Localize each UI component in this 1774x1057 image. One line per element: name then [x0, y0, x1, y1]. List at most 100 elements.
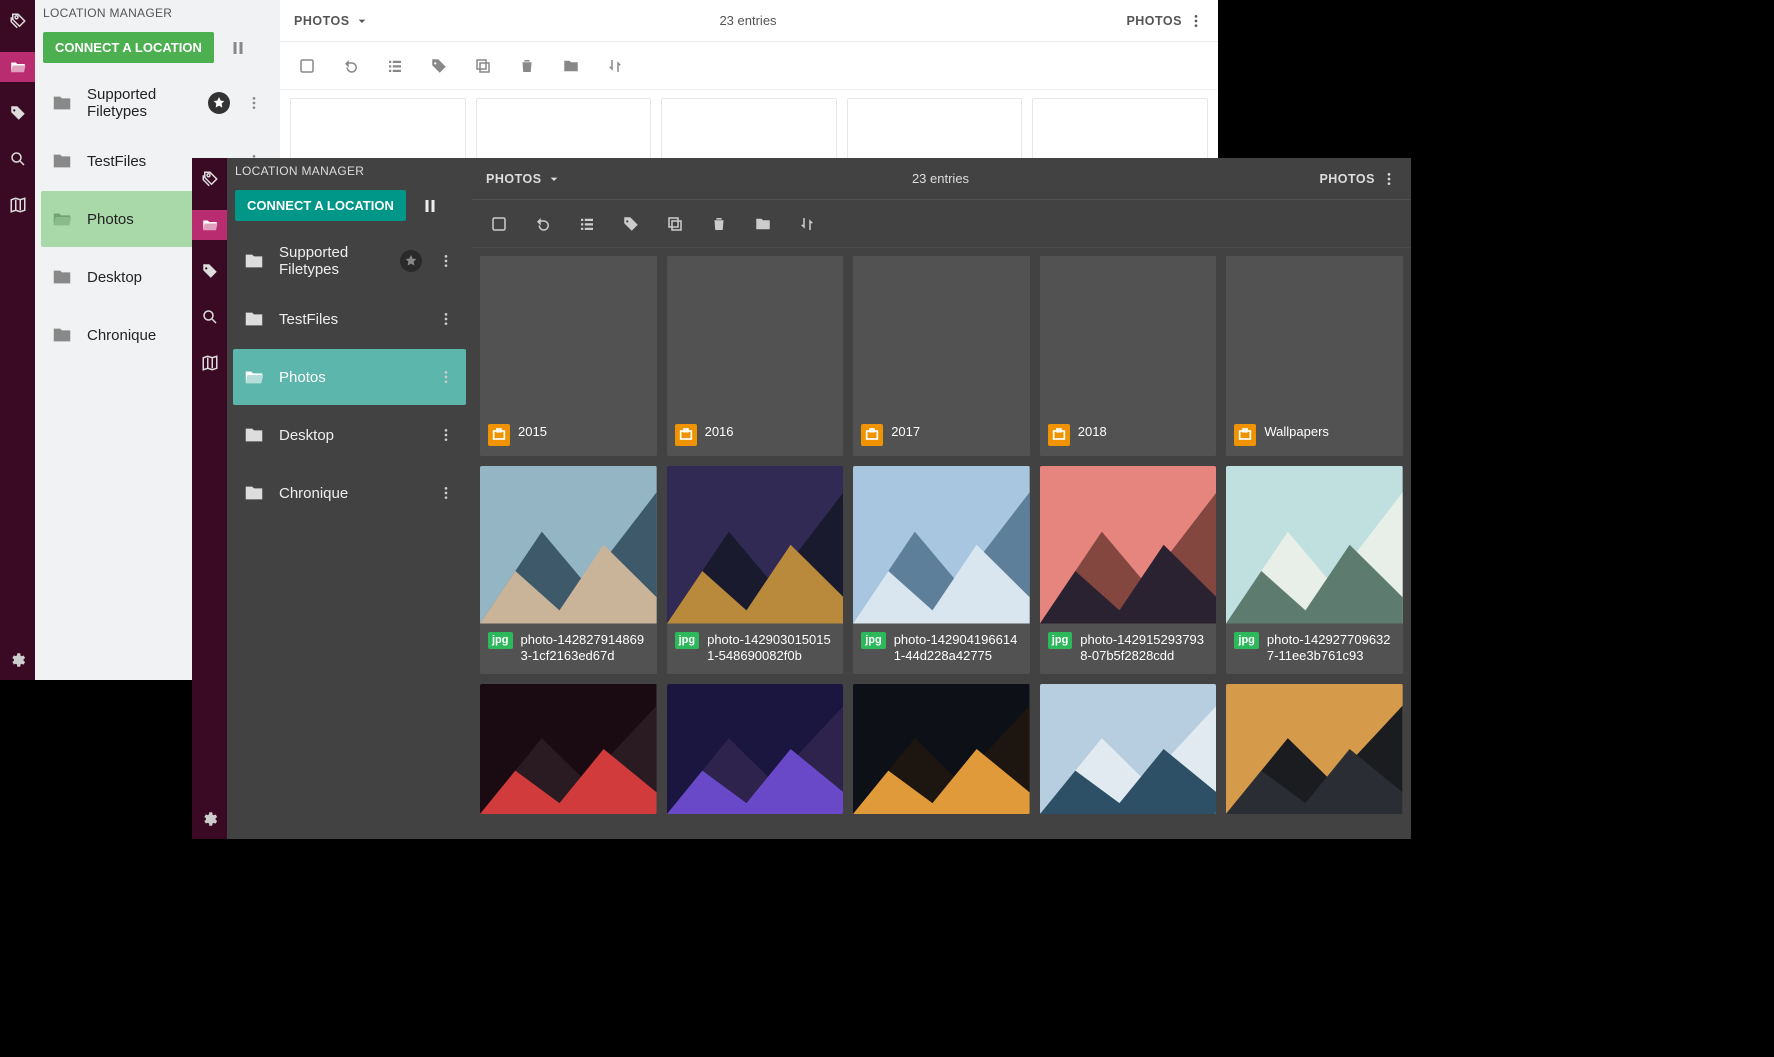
view-menu-button[interactable]: PHOTOS — [1126, 13, 1204, 29]
tree-item-photos[interactable]: Photos — [233, 349, 466, 405]
rail-tag-library-icon[interactable] — [192, 256, 227, 286]
grid-file-tile[interactable]: jpg photo-1428279148693-1cf2163ed67d — [480, 466, 657, 674]
tree-item-menu-button[interactable] — [436, 253, 456, 269]
rail-tags-icon[interactable] — [0, 6, 35, 36]
tree-item-label: TestFiles — [279, 311, 422, 328]
nav-rail-dark — [192, 158, 227, 839]
tree-item-menu-button[interactable] — [436, 485, 456, 501]
rail-settings-icon[interactable] — [192, 799, 227, 839]
list-view-button[interactable] — [574, 211, 600, 237]
copy-button[interactable] — [662, 211, 688, 237]
folder-thumb — [1226, 256, 1403, 416]
view-menu-button[interactable]: PHOTOS — [1319, 171, 1397, 187]
image-thumb — [1226, 466, 1403, 624]
tree-item-menu-button[interactable] — [436, 369, 456, 385]
grid-folder-tile[interactable]: 2017 — [853, 256, 1030, 456]
entry-count: 23 entries — [380, 13, 1117, 28]
star-icon[interactable] — [400, 250, 422, 272]
content-toolbar — [280, 42, 1218, 90]
tag-button[interactable] — [426, 53, 452, 79]
tree-item-label: Supported Filetypes — [87, 86, 194, 120]
connect-location-button[interactable]: CONNECT A LOCATION — [43, 32, 214, 63]
rail-tag-library-icon[interactable] — [0, 98, 35, 128]
rail-locations-icon[interactable] — [0, 52, 35, 82]
folder-icon — [51, 324, 73, 346]
sort-button[interactable] — [602, 53, 628, 79]
rail-search-icon[interactable] — [192, 302, 227, 332]
copy-button[interactable] — [470, 53, 496, 79]
tile-name: photo-1428279148693-1cf2163ed67d — [521, 632, 649, 665]
new-folder-button[interactable] — [750, 211, 776, 237]
tree-item-supported-filetypes[interactable]: Supported Filetypes — [233, 233, 466, 289]
tree-item-label: Supported Filetypes — [279, 244, 386, 278]
grid-file-tile[interactable] — [853, 684, 1030, 814]
breadcrumb-label: PHOTOS — [486, 172, 542, 186]
grid-file-tile[interactable] — [1040, 684, 1217, 814]
grid-file-tile[interactable] — [480, 684, 657, 814]
undo-button[interactable] — [338, 53, 364, 79]
grid-folder-tile[interactable]: Wallpapers — [1226, 256, 1403, 456]
tree-item-menu-button[interactable] — [436, 427, 456, 443]
tree-item-desktop[interactable]: Desktop — [233, 407, 466, 463]
tag-button[interactable] — [618, 211, 644, 237]
jpg-badge: jpg — [675, 632, 700, 650]
more-vert-icon — [1381, 171, 1397, 187]
tree-item-testfiles[interactable]: TestFiles — [233, 291, 466, 347]
folder-icon — [243, 308, 265, 330]
folder-icon — [243, 424, 265, 446]
sort-button[interactable] — [794, 211, 820, 237]
image-thumb — [667, 466, 844, 624]
folder-open-icon — [243, 366, 265, 388]
folder-tree-dark: Supported Filetypes TestFiles Photos Des… — [227, 227, 472, 527]
tile-name: photo-1429277096327-11ee3b761c93 — [1267, 632, 1395, 665]
rail-search-icon[interactable] — [0, 144, 35, 174]
delete-button[interactable] — [706, 211, 732, 237]
delete-button[interactable] — [514, 53, 540, 79]
undo-button[interactable] — [530, 211, 556, 237]
jpg-badge: jpg — [1234, 632, 1259, 650]
rail-locations-icon[interactable] — [192, 210, 227, 240]
image-thumb — [667, 684, 844, 814]
grid-file-tile[interactable]: jpg photo-1429152937938-07b5f2828cdd — [1040, 466, 1217, 674]
grid-file-tile[interactable] — [1226, 684, 1403, 814]
tile-name: 2016 — [705, 424, 734, 440]
tree-item-menu-button[interactable] — [436, 311, 456, 327]
rail-tags-icon[interactable] — [192, 164, 227, 194]
folder-badge-icon — [1234, 424, 1256, 446]
grid-file-tile[interactable]: jpg photo-1429030150151-548690082f0b — [667, 466, 844, 674]
tree-item-menu-button[interactable] — [244, 95, 264, 111]
caret-down-icon — [546, 171, 562, 187]
tile-name: photo-1429041966141-44d228a42775 — [894, 632, 1022, 665]
folder-badge-icon — [1048, 424, 1070, 446]
rail-settings-icon[interactable] — [0, 640, 35, 680]
rail-map-icon[interactable] — [0, 190, 35, 220]
grid-file-tile[interactable] — [667, 684, 844, 814]
tile-name: 2018 — [1078, 424, 1107, 440]
grid-file-tile[interactable]: jpg photo-1429041966141-44d228a42775 — [853, 466, 1030, 674]
tree-item-label: Chronique — [279, 485, 422, 502]
connect-location-button[interactable]: CONNECT A LOCATION — [235, 190, 406, 221]
breadcrumb-label: PHOTOS — [294, 14, 350, 28]
grid-folder-tile[interactable]: 2016 — [667, 256, 844, 456]
folder-icon — [51, 92, 73, 114]
folder-thumb — [853, 256, 1030, 416]
new-folder-button[interactable] — [558, 53, 584, 79]
dark-theme-window: LOCATION MANAGER CONNECT A LOCATION Supp… — [192, 158, 1411, 839]
star-icon[interactable] — [208, 92, 230, 114]
tree-item-chronique[interactable]: Chronique — [233, 465, 466, 521]
select-all-checkbox[interactable] — [486, 211, 512, 237]
image-thumb — [853, 684, 1030, 814]
breadcrumb-button[interactable]: PHOTOS — [294, 13, 370, 29]
image-thumb — [480, 684, 657, 814]
list-view-button[interactable] — [382, 53, 408, 79]
rail-map-icon[interactable] — [192, 348, 227, 378]
folder-icon — [51, 266, 73, 288]
grid-folder-tile[interactable]: 2018 — [1040, 256, 1217, 456]
grid-file-tile[interactable]: jpg photo-1429277096327-11ee3b761c93 — [1226, 466, 1403, 674]
tree-item-supported-filetypes[interactable]: Supported Filetypes — [41, 75, 274, 131]
select-all-checkbox[interactable] — [294, 53, 320, 79]
grid-folder-tile[interactable]: 2015 — [480, 256, 657, 456]
pause-watching-button[interactable] — [224, 34, 252, 62]
breadcrumb-button[interactable]: PHOTOS — [486, 171, 562, 187]
pause-watching-button[interactable] — [416, 192, 444, 220]
